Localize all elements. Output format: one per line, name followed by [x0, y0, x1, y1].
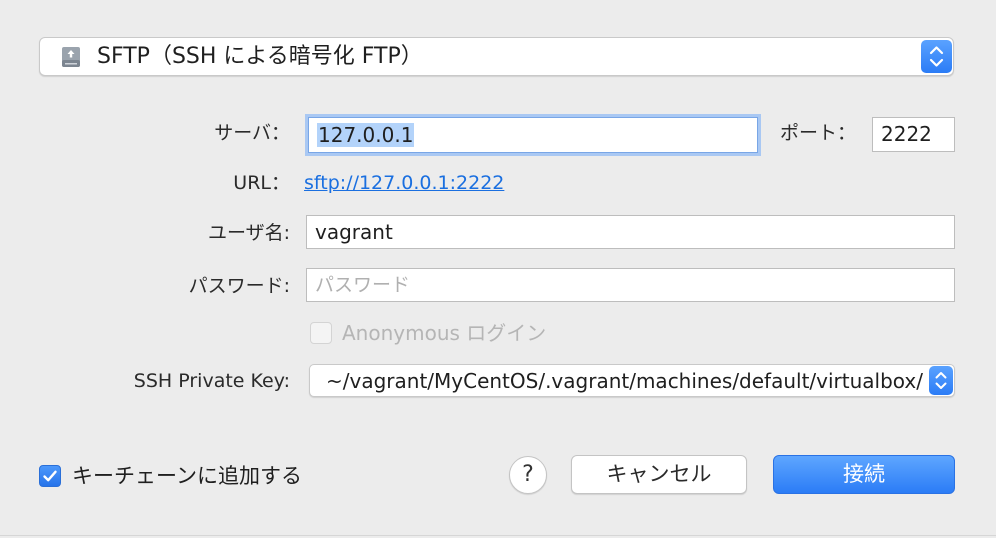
connect-button[interactable]: 接続 [773, 455, 955, 494]
server-input[interactable]: 127.0.0.1 [308, 117, 758, 153]
network-drive-icon [62, 47, 80, 67]
keychain-label: キーチェーンに追加する [72, 464, 302, 488]
ssh-key-value: ~/vagrant/MyCentOS/.vagrant/machines/def… [326, 369, 924, 393]
password-placeholder: パスワード [315, 274, 411, 296]
username-label: ユーザ名: [207, 222, 290, 244]
password-input[interactable]: パスワード [306, 268, 955, 302]
url-link[interactable]: sftp://127.0.0.1:2222 [304, 171, 504, 195]
port-label: ポート： [779, 122, 856, 144]
protocol-label: SFTP（SSH による暗号化 FTP） [97, 44, 423, 69]
chevron-updown-icon [929, 46, 944, 67]
bottom-divider [0, 535, 996, 536]
ssh-key-stepper[interactable] [929, 366, 953, 395]
protocol-stepper[interactable] [921, 40, 952, 73]
chevron-updown-icon [935, 372, 947, 389]
checkmark-icon [43, 470, 57, 482]
cancel-button[interactable]: キャンセル [571, 455, 747, 494]
protocol-popup[interactable]: SFTP（SSH による暗号化 FTP） [39, 37, 954, 76]
username-input[interactable]: vagrant [306, 215, 955, 249]
keychain-checkbox[interactable] [39, 465, 61, 487]
anonymous-label: Anonymous ログイン [342, 321, 547, 345]
url-label: URL： [233, 172, 290, 194]
ssh-key-label: SSH Private Key: [133, 370, 290, 392]
server-value: 127.0.0.1 [317, 123, 415, 147]
server-label: サーバ： [214, 122, 290, 144]
help-button[interactable]: ? [509, 456, 547, 494]
ssh-key-popup[interactable]: ~/vagrant/MyCentOS/.vagrant/machines/def… [309, 364, 955, 397]
port-input[interactable]: 2222 [872, 117, 955, 152]
anonymous-checkbox[interactable] [310, 322, 332, 344]
password-label: パスワード: [188, 275, 290, 297]
